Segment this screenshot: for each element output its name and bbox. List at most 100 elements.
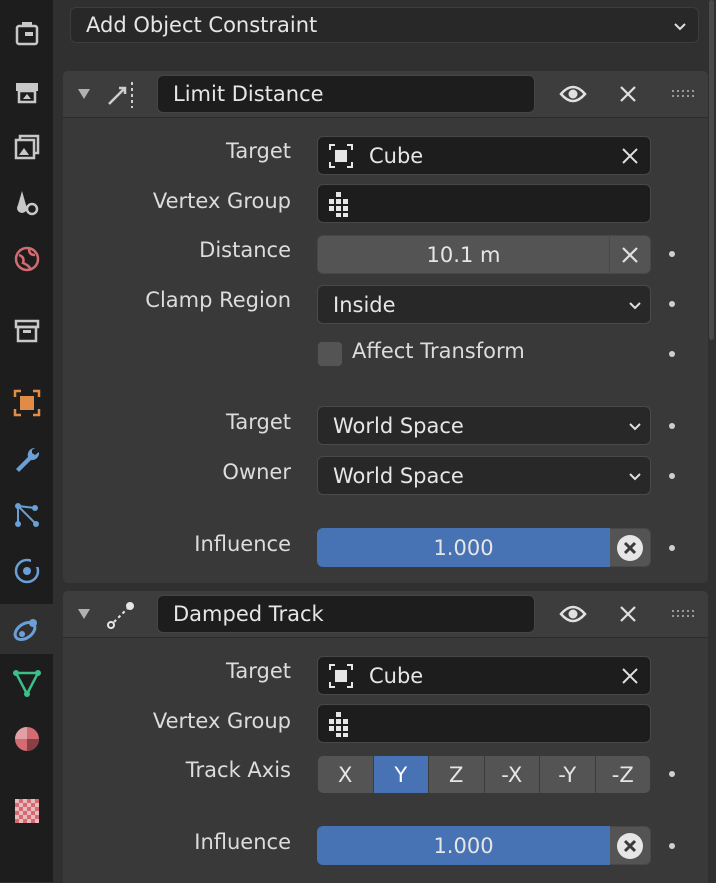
- target-value: Cube: [369, 663, 424, 688]
- visibility-eye-icon[interactable]: [558, 81, 588, 107]
- tab-texture[interactable]: [0, 788, 53, 834]
- target-space-dropdown[interactable]: World Space: [317, 406, 651, 445]
- tab-material[interactable]: [0, 716, 53, 762]
- tab-scene[interactable]: [0, 236, 53, 282]
- add-object-constraint-button[interactable]: Add Object Constraint: [70, 7, 699, 43]
- reset-distance-button[interactable]: [610, 235, 651, 274]
- output-icon: [14, 134, 39, 160]
- limit-distance-icon: [105, 80, 137, 110]
- tab-particles[interactable]: [0, 492, 53, 538]
- track-axis-z-button[interactable]: Z: [429, 756, 485, 793]
- tab-object[interactable]: [0, 380, 53, 426]
- chevron-down-icon: [629, 473, 641, 481]
- keyframe-dot[interactable]: [669, 473, 675, 479]
- modifier-wrench-icon: [15, 447, 39, 472]
- chevron-down-icon: [629, 423, 641, 431]
- delete-constraint-x-icon[interactable]: [617, 83, 639, 105]
- track-axis-neg-x-button[interactable]: -X: [484, 756, 540, 793]
- constraint-body: Target Cube Vertex Group Track Axis X Y …: [63, 637, 708, 883]
- owner-space-label: Owner: [222, 460, 291, 484]
- constraint-name-field[interactable]: Limit Distance: [157, 75, 535, 113]
- distance-label: Distance: [199, 238, 291, 262]
- track-axis-x-button[interactable]: X: [318, 756, 374, 793]
- object-icon: [13, 389, 40, 417]
- target-object-field[interactable]: Cube: [317, 136, 651, 175]
- tab-object-data[interactable]: [0, 660, 53, 706]
- tab-output[interactable]: [0, 124, 53, 170]
- keyframe-dot[interactable]: [669, 545, 675, 551]
- keyframe-dot[interactable]: [669, 771, 675, 777]
- distance-value[interactable]: 10.1 m: [317, 235, 610, 274]
- material-icon: [14, 727, 39, 751]
- collection-icon: [14, 319, 39, 343]
- tab-object-constraints[interactable]: [0, 604, 53, 654]
- clear-x-icon[interactable]: [622, 668, 638, 684]
- track-axis-neg-z-button[interactable]: -Z: [595, 756, 650, 793]
- clear-x-icon[interactable]: [622, 148, 638, 164]
- vertex-group-label: Vertex Group: [152, 189, 291, 213]
- vertex-group-field[interactable]: [317, 184, 651, 223]
- keyframe-dot[interactable]: [669, 843, 675, 849]
- target-object-field[interactable]: Cube: [317, 656, 651, 695]
- target-space-label: Target: [226, 410, 291, 434]
- constraint-name-field[interactable]: Damped Track: [157, 595, 535, 633]
- constraint-header: Limit Distance: [63, 71, 708, 117]
- disable-keep-transform-button[interactable]: [610, 528, 651, 567]
- track-axis-selector: X Y Z -X -Y -Z: [317, 755, 651, 794]
- track-axis-y-button[interactable]: Y: [373, 756, 429, 793]
- object-icon: [329, 143, 353, 168]
- scrollbar[interactable]: [709, 0, 714, 340]
- texture-icon: [14, 799, 39, 823]
- influence-value[interactable]: 1.000: [317, 528, 610, 567]
- tab-tool[interactable]: [0, 10, 53, 56]
- damped-track-icon: [105, 599, 137, 631]
- visibility-eye-icon[interactable]: [558, 601, 588, 627]
- particles-icon: [14, 503, 39, 527]
- constraint-damped-track: Damped Track Target Cube Vertex Group Tr…: [63, 591, 708, 883]
- owner-space-dropdown[interactable]: World Space: [317, 456, 651, 495]
- properties-tab-bar: [0, 0, 53, 882]
- delete-constraint-x-icon[interactable]: [617, 603, 639, 625]
- collapse-triangle-icon[interactable]: [75, 605, 93, 623]
- drag-handle-icon[interactable]: [671, 87, 695, 101]
- influence-label: Influence: [194, 532, 291, 556]
- physics-icon: [14, 558, 41, 584]
- keyframe-dot[interactable]: [669, 251, 675, 257]
- keyframe-dot[interactable]: [669, 301, 675, 307]
- vertex-group-icon: [329, 191, 348, 217]
- constraints-panel: Add Object Constraint Limit Distance Tar…: [53, 0, 716, 883]
- vertex-group-field[interactable]: [317, 704, 651, 743]
- clamp-region-dropdown[interactable]: Inside: [317, 285, 651, 324]
- affect-transform-checkbox[interactable]: [317, 341, 343, 367]
- tab-physics[interactable]: [0, 548, 53, 594]
- tab-view-layer[interactable]: [0, 180, 53, 226]
- vertex-group-icon: [329, 711, 348, 737]
- world-icon: [14, 246, 39, 272]
- close-icon: [622, 246, 638, 263]
- add-object-constraint-label: Add Object Constraint: [86, 13, 318, 37]
- drag-handle-icon[interactable]: [671, 607, 695, 621]
- clamp-region-label: Clamp Region: [145, 288, 291, 312]
- cancel-circle-icon: [617, 534, 643, 561]
- distance-field[interactable]: 10.1 m: [317, 235, 651, 274]
- influence-slider[interactable]: 1.000: [317, 826, 651, 865]
- object-data-mesh-icon: [12, 670, 41, 697]
- track-axis-neg-y-button[interactable]: -Y: [540, 756, 596, 793]
- cancel-circle-icon: [617, 832, 643, 859]
- target-label: Target: [226, 139, 291, 163]
- tab-collection[interactable]: [0, 308, 53, 354]
- affect-transform-label[interactable]: Affect Transform: [352, 339, 525, 363]
- tab-modifiers[interactable]: [0, 436, 53, 482]
- collapse-triangle-icon[interactable]: [75, 85, 93, 103]
- keyframe-dot[interactable]: [669, 423, 675, 429]
- tab-render[interactable]: [0, 68, 53, 114]
- clamp-region-value: Inside: [333, 292, 396, 317]
- constraint-limit-distance: Limit Distance Target Cube Vertex Group: [63, 71, 708, 583]
- influence-slider[interactable]: 1.000: [317, 528, 651, 567]
- constraint-body: Target Cube Vertex Group Distance 10.1 m: [63, 117, 708, 583]
- target-label: Target: [226, 659, 291, 683]
- influence-value[interactable]: 1.000: [317, 826, 610, 865]
- keyframe-dot[interactable]: [669, 351, 675, 357]
- object-icon: [329, 663, 353, 688]
- disable-keep-transform-button[interactable]: [610, 826, 651, 865]
